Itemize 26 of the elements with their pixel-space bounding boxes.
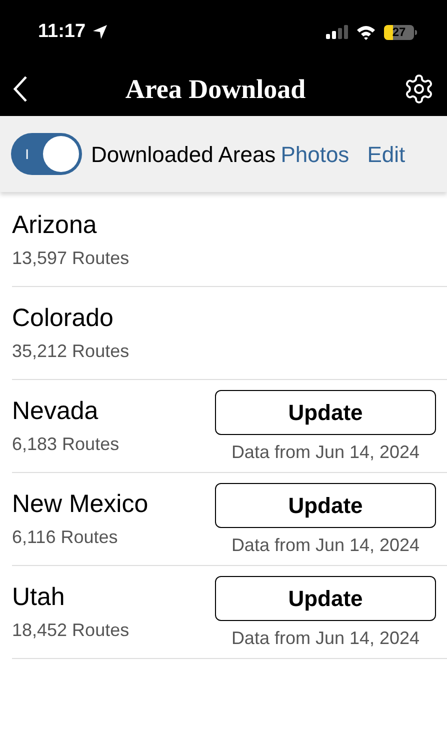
area-name: Arizona (12, 210, 98, 242)
route-count: 13,597 Routes (12, 247, 130, 270)
route-count: 18,452 Routes (12, 619, 130, 642)
back-icon[interactable] (12, 75, 28, 103)
data-date: Data from Jun 14, 2024 (231, 534, 420, 557)
data-date: Data from Jun 14, 2024 (231, 627, 420, 650)
toggle-switch[interactable]: I (11, 133, 82, 175)
wifi-icon (356, 24, 376, 40)
area-name: Nevada (12, 396, 100, 428)
data-date: Data from Jun 14, 2024 (231, 441, 420, 464)
area-name: Colorado (12, 303, 114, 334)
signal-icon (326, 25, 348, 39)
status-time: 11:17 (38, 20, 86, 44)
area-name: Utah (12, 582, 66, 614)
location-arrow-icon (92, 24, 108, 40)
update-button[interactable]: Update (215, 576, 436, 621)
area-name: New Mexico (12, 489, 148, 520)
toolbar-link[interactable]: Photos (280, 138, 350, 170)
route-count: 6,183 Routes (12, 433, 120, 456)
update-button[interactable]: Update (215, 483, 436, 528)
toolbar-link[interactable]: Edit (367, 138, 406, 170)
page-title: Area Download (125, 72, 306, 106)
update-button[interactable]: Update (215, 390, 436, 435)
route-count: 6,116 Routes (12, 526, 119, 549)
route-count: 35,212 Routes (12, 340, 130, 363)
toggle-label: Downloaded Areas (91, 140, 276, 168)
